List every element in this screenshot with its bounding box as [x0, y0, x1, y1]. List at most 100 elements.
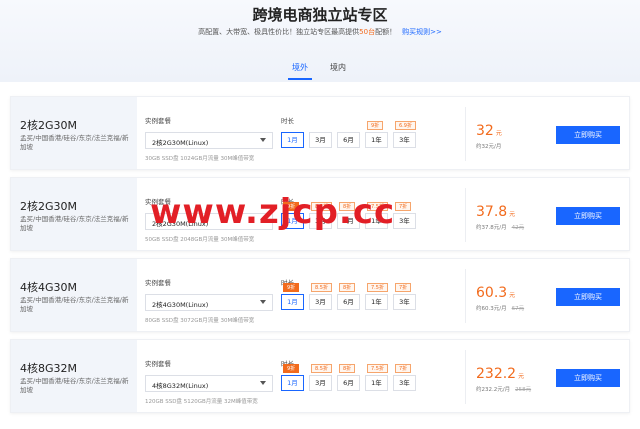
price-unit: 元: [509, 211, 516, 218]
monthly-price: 约32元/月: [476, 144, 502, 150]
original-price: 67元: [511, 306, 525, 312]
quota-highlight: 50台: [359, 28, 376, 36]
product-row: 4核8G32M 孟买/中国香港/硅谷/东京/法兰克福/新加坡 实例套餐 4核8G32M…: [10, 339, 630, 413]
product-name: 2核2G30M: [20, 119, 78, 132]
duration-option-2[interactable]: 6月: [337, 132, 360, 148]
instance-label: 实例套餐: [145, 279, 171, 287]
buy-now-button[interactable]: 立即购买: [556, 207, 620, 225]
product-row: 4核4G30M 孟买/中国香港/硅谷/东京/法兰克福/新加坡 实例套餐 2核4G30M…: [10, 258, 630, 332]
duration-option-0[interactable]: 1月: [281, 294, 304, 310]
page-header: 跨境电商独立站专区 高配置、大带宽、极具性价比！独立站专区最高提供50台配额！ 购…: [0, 0, 640, 82]
tab-overseas[interactable]: 境外: [280, 62, 320, 80]
discount-badge: 8.5折: [311, 364, 332, 373]
product-info: 2核2G30M 孟买/中国香港/硅谷/东京/法兰克福/新加坡: [11, 97, 137, 169]
monthly-price: 约60.3元/月: [476, 306, 507, 312]
original-price: 258元: [515, 387, 532, 393]
product-info: 2核2G30M 孟买/中国香港/硅谷/东京/法兰克福/新加坡: [11, 178, 137, 250]
package-select[interactable]: 2核2G30M(Linux): [145, 132, 273, 149]
package-spec: 30GB SSD盘 1024GB月流量 30M峰值带宽: [145, 156, 255, 162]
instance-label: 实例套餐: [145, 117, 171, 125]
package-select[interactable]: 4核8G32M(Linux): [145, 375, 273, 392]
product-locations: 孟买/中国香港/硅谷/东京/法兰克福/新加坡: [20, 296, 129, 313]
duration-label: 时长: [281, 117, 294, 125]
tab-domestic[interactable]: 境内: [318, 62, 358, 73]
divider: [465, 188, 466, 242]
discount-badge: 9折: [283, 364, 300, 373]
subtitle-text: 高配置、大带宽、极具性价比！独立站专区最高提供: [198, 28, 360, 36]
price-per-month: 约32元/月: [476, 142, 506, 150]
region-tabs: 境外 境内: [0, 62, 640, 82]
product-info: 4核4G30M 孟买/中国香港/硅谷/东京/法兰克福/新加坡: [11, 259, 137, 331]
buy-now-button[interactable]: 立即购买: [556, 369, 620, 387]
page-subtitle: 高配置、大带宽、极具性价比！独立站专区最高提供50台配额！ 购买规则>>: [0, 27, 640, 37]
product-locations: 孟买/中国香港/硅谷/东京/法兰克福/新加坡: [20, 377, 129, 394]
price-unit: 元: [495, 130, 502, 137]
duration-option-4[interactable]: 3年: [393, 375, 416, 391]
discount-badge: 9折: [283, 283, 300, 292]
price: 60.3 元: [476, 285, 515, 301]
discount-badge: 9折: [367, 121, 384, 130]
package-select[interactable]: 2核4G30M(Linux): [145, 294, 273, 311]
duration-option-3[interactable]: 1年: [365, 132, 388, 148]
duration-option-4[interactable]: 3年: [393, 294, 416, 310]
discount-badge: 7.5折: [367, 364, 388, 373]
discount-badge: 8折: [339, 364, 356, 373]
buy-now-button[interactable]: 立即购买: [556, 288, 620, 306]
duration-option-1[interactable]: 3月: [309, 132, 332, 148]
price-per-month: 约232.2元/月 258元: [476, 385, 531, 393]
duration-option-0[interactable]: 1月: [281, 375, 304, 391]
price-per-month: 约37.8元/月 42元: [476, 223, 524, 231]
price-value: 232.2: [476, 366, 517, 382]
discount-badge: 6.9折: [395, 121, 416, 130]
instance-label: 实例套餐: [145, 360, 171, 368]
price-value: 32: [476, 123, 494, 139]
package-selected: 2核2G30M(Linux): [152, 139, 209, 147]
chevron-down-icon: [260, 138, 266, 142]
package-selected: 2核4G30M(Linux): [152, 301, 209, 309]
price: 232.2 元: [476, 366, 524, 382]
page-title: 跨境电商独立站专区: [252, 6, 388, 24]
duration-option-1[interactable]: 3月: [309, 375, 332, 391]
product-locations: 孟买/中国香港/硅谷/东京/法兰克福/新加坡: [20, 215, 129, 232]
duration-option-2[interactable]: 6月: [337, 294, 360, 310]
duration-option-3[interactable]: 1年: [365, 375, 388, 391]
duration-option-4[interactable]: 3年: [393, 213, 416, 229]
duration-option-1[interactable]: 3月: [309, 294, 332, 310]
chevron-down-icon: [260, 381, 266, 385]
subtitle-tail: 配额！: [375, 28, 397, 36]
discount-badge: 7折: [395, 283, 412, 292]
price-unit: 元: [509, 292, 516, 299]
package-selected: 4核8G32M(Linux): [152, 382, 209, 390]
buy-now-button[interactable]: 立即购买: [556, 126, 620, 144]
divider: [465, 269, 466, 323]
product-info: 4核8G32M 孟买/中国香港/硅谷/东京/法兰克福/新加坡: [11, 340, 137, 412]
original-price: 42元: [511, 225, 525, 231]
product-name: 4核4G30M: [20, 281, 78, 294]
divider: [465, 350, 466, 404]
package-spec: 80GB SSD盘 3072GB月流量 30M峰值带宽: [145, 318, 255, 324]
price-per-month: 约60.3元/月 67元: [476, 304, 524, 312]
price-unit: 元: [518, 373, 525, 380]
duration-option-3[interactable]: 1年: [365, 294, 388, 310]
duration-option-0[interactable]: 1月: [281, 132, 304, 148]
product-row: 2核2G30M 孟买/中国香港/硅谷/东京/法兰克福/新加坡 实例套餐 2核2G30M…: [10, 96, 630, 170]
purchase-rules-link[interactable]: 购买规则>>: [402, 28, 442, 36]
product-name: 2核2G30M: [20, 200, 78, 213]
watermark-text: www.zjcp.cc: [150, 192, 396, 232]
monthly-price: 约232.2元/月: [476, 387, 511, 393]
price-value: 37.8: [476, 204, 508, 220]
price: 32 元: [476, 123, 502, 139]
package-spec: 50GB SSD盘 2048GB月流量 30M峰值带宽: [145, 237, 255, 243]
product-locations: 孟买/中国香港/硅谷/东京/法兰克福/新加坡: [20, 134, 129, 151]
chevron-down-icon: [260, 300, 266, 304]
duration-option-4[interactable]: 3年: [393, 132, 416, 148]
monthly-price: 约37.8元/月: [476, 225, 507, 231]
discount-badge: 8折: [339, 283, 356, 292]
discount-badge: 7折: [395, 202, 412, 211]
divider: [465, 107, 466, 161]
product-name: 4核8G32M: [20, 362, 78, 375]
duration-option-2[interactable]: 6月: [337, 375, 360, 391]
price: 37.8 元: [476, 204, 515, 220]
product-list: 2核2G30M 孟买/中国香港/硅谷/东京/法兰克福/新加坡 实例套餐 2核2G30M…: [10, 96, 630, 420]
price-value: 60.3: [476, 285, 508, 301]
